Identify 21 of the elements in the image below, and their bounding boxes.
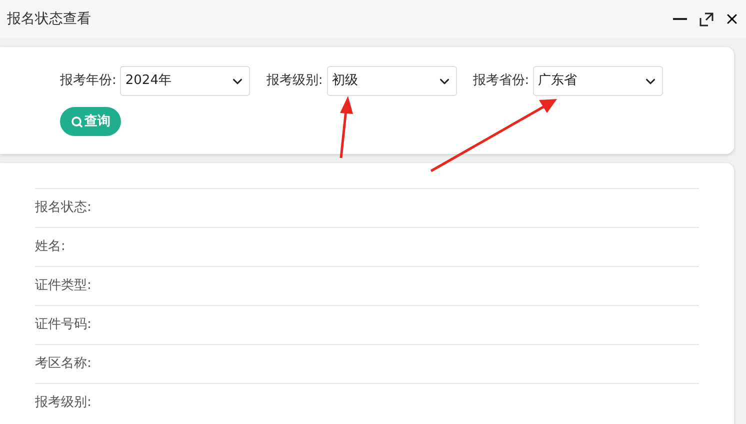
- annotation-arrow: [340, 96, 353, 158]
- minimize-icon: [673, 18, 687, 20]
- filter-label: 报考省份:: [472, 72, 530, 90]
- filter-select[interactable]: 初级: [326, 66, 457, 96]
- filter-select[interactable]: 2024年: [120, 66, 250, 96]
- select-value: 2024年: [125, 72, 172, 90]
- detail-label: 报名状态:: [35, 199, 92, 218]
- maximize-icon: [698, 12, 714, 26]
- filter-label: 报考年份:: [60, 72, 116, 90]
- detail-label: 考区名称:: [35, 355, 92, 374]
- window-title: 报名状态查看: [7, 10, 91, 28]
- filter-label: 报考级别:: [266, 72, 323, 90]
- select-value: 初级: [332, 72, 359, 90]
- detail-label: 证件号码:: [35, 316, 92, 334]
- detail-label: 报考级别:: [35, 394, 92, 412]
- select-value: 广东省: [538, 72, 578, 90]
- detail-label: 证件类型:: [35, 277, 92, 296]
- filter-select[interactable]: 广东省: [533, 66, 664, 96]
- detail-label: 姓名:: [35, 238, 66, 256]
- search-icon: [70, 116, 82, 128]
- maximize-button[interactable]: [698, 11, 714, 27]
